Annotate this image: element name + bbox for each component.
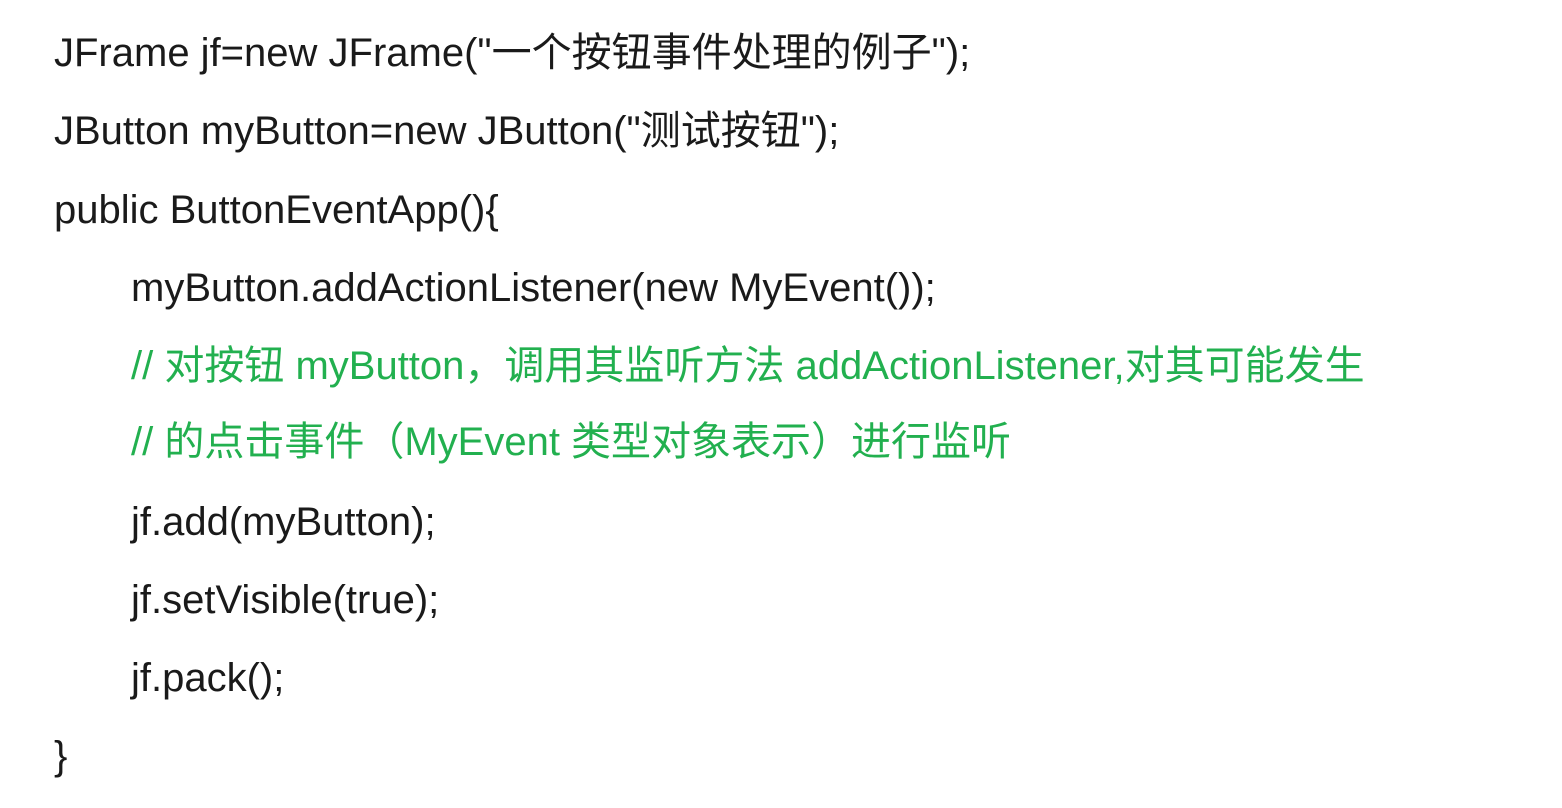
code-line: JButton myButton=new JButton("测试按钮"); xyxy=(54,109,840,153)
code-line: jf.setVisible(true); xyxy=(131,578,440,622)
code-line: public ButtonEventApp(){ xyxy=(54,188,499,232)
code-snippet: JFrame jf=new JFrame("一个按钮事件处理的例子"); JBu… xyxy=(0,0,1562,808)
code-line: } xyxy=(54,734,68,778)
code-line: JFrame jf=new JFrame("一个按钮事件处理的例子"); xyxy=(54,31,971,75)
comment-line: // 的点击事件（MyEvent 类型对象表示）进行监听 xyxy=(131,420,1012,464)
code-line: jf.pack(); xyxy=(131,656,285,700)
comment-line: // 对按钮 myButton，调用其监听方法 addActionListene… xyxy=(131,344,1365,388)
code-line: myButton.addActionListener(new MyEvent()… xyxy=(131,266,936,310)
code-line: jf.add(myButton); xyxy=(131,500,436,544)
